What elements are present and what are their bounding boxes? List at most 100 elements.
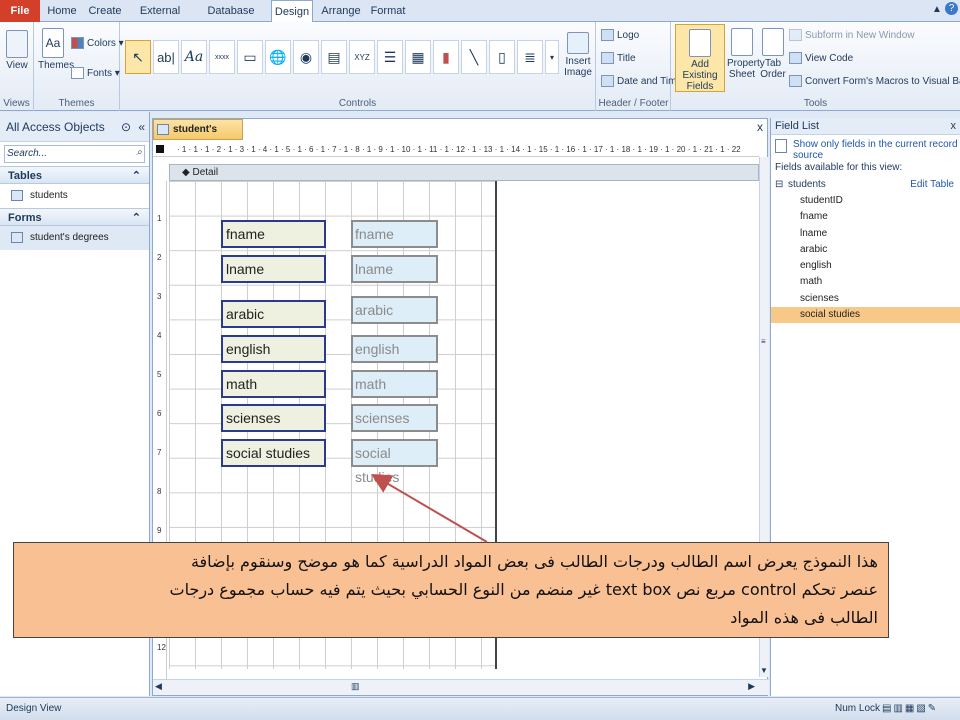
- subform-new-window-button[interactable]: Subform in New Window: [789, 28, 914, 44]
- ribbon: View Views Aa Themes Colors ▾ Fonts ▾ Th…: [0, 22, 960, 111]
- tab-external-data[interactable]: External Data: [128, 0, 192, 39]
- page-break-icon[interactable]: ☰: [377, 40, 403, 74]
- edit-table-link[interactable]: Edit Table: [910, 177, 954, 193]
- view-button[interactable]: View: [3, 30, 31, 71]
- ribbon-tabs: File Home Create External Data Database …: [0, 0, 960, 39]
- form-selector[interactable]: [156, 145, 164, 153]
- line-icon[interactable]: ╲: [461, 40, 487, 74]
- field-item[interactable]: scienses: [771, 291, 960, 307]
- field-item[interactable]: math: [771, 274, 960, 290]
- nav-section-tables[interactable]: Tables ⌃: [0, 166, 149, 184]
- controls-more-icon[interactable]: ▾: [545, 40, 559, 74]
- macro-icon: [789, 75, 802, 88]
- document-tab[interactable]: student's degrees: [153, 119, 243, 155]
- detail-section-bar[interactable]: ◆ Detail: [169, 164, 759, 181]
- property-sheet-button[interactable]: Property Sheet: [727, 28, 765, 80]
- show-only-fields-link[interactable]: Show only fields in the current record s…: [771, 135, 960, 161]
- option-group-icon[interactable]: XYZ: [349, 40, 375, 74]
- textbox-control-icon[interactable]: ab|: [153, 40, 179, 74]
- tab-file[interactable]: File: [0, 0, 40, 22]
- label-lname[interactable]: lname: [221, 255, 326, 283]
- toggle-button-icon[interactable]: ▯: [489, 40, 515, 74]
- chart-icon[interactable]: ▮: [433, 40, 459, 74]
- horizontal-scrollbar[interactable]: ◀ ▥ ▶: [153, 679, 769, 695]
- field-table-students[interactable]: ⊟ students Edit Table: [771, 177, 960, 193]
- textbox-lname[interactable]: lname: [351, 255, 438, 283]
- label-control-icon[interactable]: Aa: [181, 40, 207, 74]
- search-icon[interactable]: ⌕: [136, 147, 142, 158]
- field-item[interactable]: studentID: [771, 193, 960, 209]
- nav-section-forms[interactable]: Forms ⌃: [0, 208, 149, 226]
- document-icon: [775, 139, 787, 153]
- navigation-control-icon[interactable]: ▤: [321, 40, 347, 74]
- close-icon[interactable]: x: [951, 118, 957, 135]
- form-icon: [11, 232, 23, 243]
- nav-item-students[interactable]: students: [0, 184, 149, 208]
- label-arabic[interactable]: arabic: [221, 300, 326, 328]
- field-item[interactable]: lname: [771, 226, 960, 242]
- scroll-grip-icon[interactable]: ▥: [351, 681, 360, 692]
- scroll-left-icon[interactable]: ◀: [155, 681, 162, 692]
- label-english[interactable]: english: [221, 335, 326, 363]
- nav-dropdown-icon[interactable]: ⊙: [121, 112, 131, 142]
- nav-item-student-degrees[interactable]: student's degrees: [0, 226, 149, 250]
- help-icon[interactable]: ?: [945, 2, 958, 15]
- scroll-down-icon[interactable]: ▼: [760, 666, 768, 675]
- tab-create[interactable]: Create: [84, 0, 126, 22]
- convert-macros-button[interactable]: Convert Form's Macros to Visual Basic: [789, 74, 960, 90]
- tab-design[interactable]: Design: [271, 0, 313, 23]
- field-item[interactable]: arabic: [771, 242, 960, 258]
- textbox-arabic[interactable]: arabic: [351, 296, 438, 324]
- group-themes: Aa Themes Colors ▾ Fonts ▾ Themes: [34, 22, 124, 111]
- minimize-ribbon-icon[interactable]: ▲: [932, 4, 942, 15]
- property-sheet-icon: [731, 28, 753, 56]
- label-social-studies[interactable]: social studies: [221, 439, 326, 467]
- tab-database-tools[interactable]: Database Tools: [194, 0, 268, 39]
- button-control-icon[interactable]: xxxx: [209, 40, 235, 74]
- insert-image-button[interactable]: Insert Image: [562, 32, 594, 78]
- date-time-button[interactable]: Date and Time: [601, 74, 682, 90]
- tab-arrange[interactable]: Arrange: [316, 0, 366, 22]
- tab-format[interactable]: Format: [368, 0, 408, 22]
- collapse-icon[interactable]: ⌃: [132, 167, 141, 185]
- collapse-icon[interactable]: ⊟: [775, 177, 783, 193]
- tab-home[interactable]: Home: [42, 0, 82, 22]
- fonts-button[interactable]: Fonts ▾: [71, 66, 120, 82]
- hyperlink-icon[interactable]: 🌐: [265, 40, 291, 74]
- collapse-icon[interactable]: ⌃: [132, 209, 141, 227]
- view-code-button[interactable]: View Code: [789, 51, 853, 67]
- logo-button[interactable]: Logo: [601, 28, 639, 44]
- select-pointer-icon[interactable]: ↖: [125, 40, 151, 74]
- textbox-fname[interactable]: fname: [351, 220, 438, 248]
- title-button[interactable]: Title: [601, 51, 636, 67]
- textbox-social-studies[interactable]: social studies: [351, 439, 438, 485]
- close-document-icon[interactable]: x: [757, 120, 763, 134]
- add-existing-fields-button[interactable]: Add Existing Fields: [675, 24, 725, 92]
- shutter-bar-icon[interactable]: «: [138, 112, 145, 142]
- textbox-english[interactable]: english: [351, 335, 438, 363]
- list-box-icon[interactable]: ≣: [517, 40, 543, 74]
- code-icon: [789, 52, 802, 65]
- field-item[interactable]: fname: [771, 209, 960, 225]
- scroll-right-icon[interactable]: ▶: [748, 681, 755, 692]
- field-item-selected[interactable]: social studies: [771, 307, 960, 324]
- themes-button[interactable]: Aa Themes: [38, 28, 74, 71]
- combo-box-icon[interactable]: ▦: [405, 40, 431, 74]
- colors-button[interactable]: Colors ▾: [71, 36, 124, 52]
- tab-order-button[interactable]: Tab Order: [759, 28, 787, 80]
- label-fname[interactable]: fname: [221, 220, 326, 248]
- web-browser-icon[interactable]: ◉: [293, 40, 319, 74]
- textbox-scienses[interactable]: scienses: [351, 404, 438, 432]
- textbox-math[interactable]: math: [351, 370, 438, 398]
- scroll-grip-icon[interactable]: ≡: [761, 337, 766, 346]
- nav-header[interactable]: All Access Objects ⊙ «: [0, 112, 149, 142]
- tab-control-icon[interactable]: ▭: [237, 40, 263, 74]
- logo-icon: [601, 29, 614, 42]
- field-item[interactable]: english: [771, 258, 960, 274]
- label-math[interactable]: math: [221, 370, 326, 398]
- nav-search-input[interactable]: Search... ⌕: [4, 145, 145, 163]
- colors-icon: [71, 37, 84, 50]
- view-switcher-icons[interactable]: ▤▥▦▧✎: [882, 698, 938, 720]
- label-scienses[interactable]: scienses: [221, 404, 326, 432]
- table-icon: [11, 190, 23, 201]
